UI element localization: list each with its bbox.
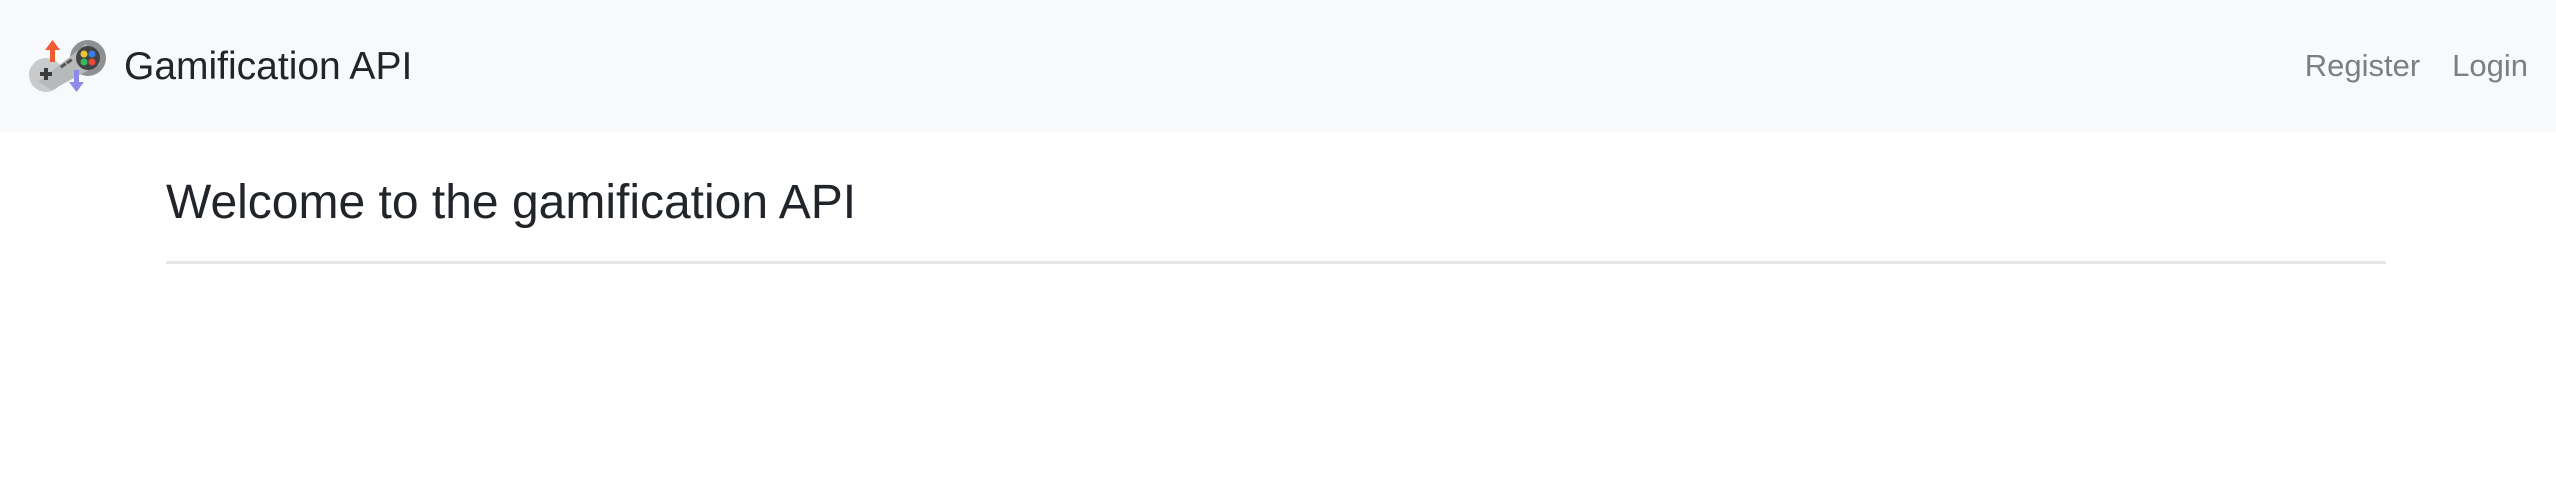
divider: [166, 260, 2386, 264]
main-content: Welcome to the gamification API: [166, 132, 2386, 272]
brand-link[interactable]: Gamification API: [28, 38, 412, 94]
nav-links: Register Login: [2305, 0, 2528, 132]
top-navbar: Gamification API Register Login: [0, 0, 2556, 132]
brand-title: Gamification API: [124, 44, 413, 88]
login-link[interactable]: Login: [2452, 48, 2528, 84]
page-title: Welcome to the gamification API: [166, 176, 857, 229]
register-link[interactable]: Register: [2305, 48, 2420, 84]
gamepad-logo-icon: [29, 40, 106, 92]
